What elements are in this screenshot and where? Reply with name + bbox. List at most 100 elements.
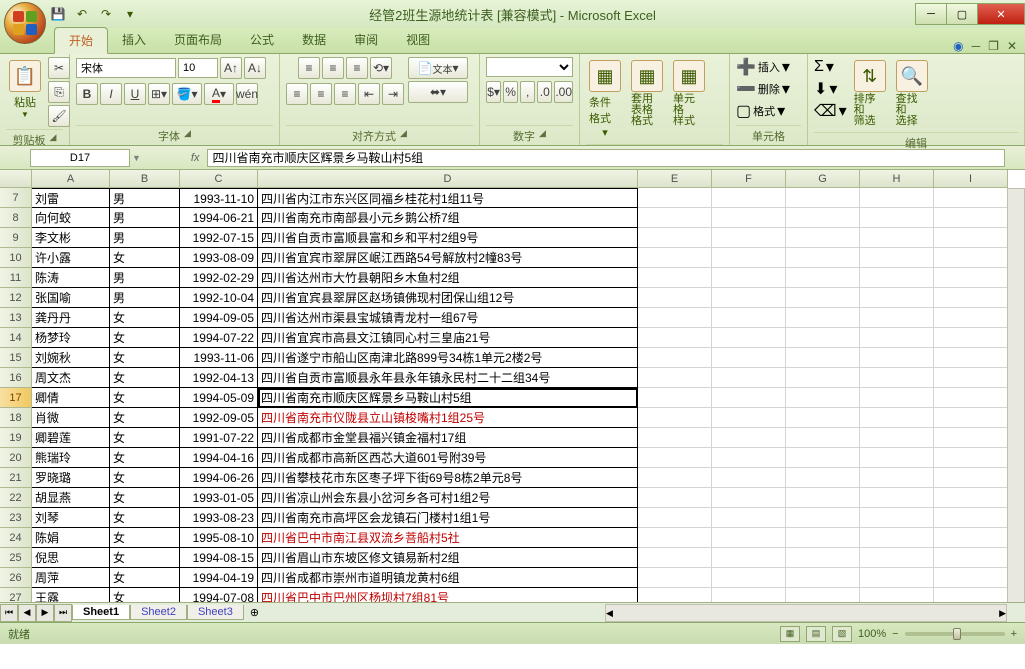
cell[interactable]	[934, 468, 1008, 488]
cell[interactable]	[786, 408, 860, 428]
cell[interactable]	[712, 208, 786, 228]
cell[interactable]: 熊瑞玲	[32, 448, 110, 468]
zoom-level[interactable]: 100%	[858, 628, 886, 640]
vertical-scrollbar[interactable]	[1007, 188, 1025, 604]
cell[interactable]	[712, 188, 786, 208]
sheet-nav-last-button[interactable]: ⏭	[54, 604, 72, 622]
cell[interactable]: 男	[110, 288, 180, 308]
cell[interactable]	[786, 368, 860, 388]
dec-decimal-button[interactable]: .00	[554, 81, 573, 103]
grow-font-button[interactable]: A↑	[220, 57, 242, 79]
cell[interactable]	[860, 368, 934, 388]
cell[interactable]: 杨梦玲	[32, 328, 110, 348]
indent-inc-button[interactable]: ⇥	[382, 83, 404, 105]
row-header[interactable]: 9	[0, 228, 32, 248]
doc-close-icon[interactable]: ✕	[1007, 39, 1017, 53]
cell[interactable]	[638, 268, 712, 288]
font-size-select[interactable]	[178, 58, 218, 78]
cell[interactable]	[638, 228, 712, 248]
cell[interactable]	[638, 468, 712, 488]
italic-button[interactable]: I	[100, 83, 122, 105]
cell[interactable]	[638, 448, 712, 468]
cell[interactable]	[638, 428, 712, 448]
ribbon-tab-1[interactable]: 插入	[108, 27, 160, 53]
align-right-button[interactable]: ≡	[334, 83, 356, 105]
align-launcher-icon[interactable]: ◢	[400, 128, 407, 144]
namebox-dropdown-icon[interactable]: ▼	[132, 153, 141, 163]
cell[interactable]	[712, 388, 786, 408]
row-header[interactable]: 18	[0, 408, 32, 428]
maximize-button[interactable]: ▢	[946, 3, 978, 25]
cut-button[interactable]: ✂	[48, 57, 70, 79]
cell[interactable]	[934, 508, 1008, 528]
cell[interactable]	[786, 288, 860, 308]
indent-dec-button[interactable]: ⇤	[358, 83, 380, 105]
cell[interactable]: 1992-02-29	[180, 268, 258, 288]
cell[interactable]: 女	[110, 548, 180, 568]
sheet-tab[interactable]: Sheet1	[72, 605, 130, 620]
comma-button[interactable]: ,	[520, 81, 535, 103]
paste-button[interactable]: 📋 粘贴▼	[6, 57, 44, 122]
orientation-button[interactable]: ⟲▾	[370, 57, 392, 79]
sheet-tab[interactable]: Sheet2	[130, 605, 187, 620]
cell[interactable]	[638, 348, 712, 368]
wrap-text-button[interactable]: 📄文本▾	[408, 57, 468, 79]
column-header[interactable]: A	[32, 170, 110, 188]
cell[interactable]	[860, 348, 934, 368]
cell[interactable]	[786, 228, 860, 248]
ribbon-tab-3[interactable]: 公式	[236, 27, 288, 53]
cell[interactable]	[934, 428, 1008, 448]
cell[interactable]	[712, 408, 786, 428]
horizontal-scrollbar[interactable]: ◀▶	[605, 604, 1007, 622]
cell[interactable]: 肖微	[32, 408, 110, 428]
cell[interactable]	[860, 308, 934, 328]
cell[interactable]: 四川省南充市高坪区会龙镇石门楼村1组1号	[258, 508, 638, 528]
cell[interactable]: 四川省宜宾县翠屏区赵场镇佛现村团保山组12号	[258, 288, 638, 308]
row-header[interactable]: 16	[0, 368, 32, 388]
cell[interactable]: 女	[110, 348, 180, 368]
cell[interactable]: 1993-08-23	[180, 508, 258, 528]
cell[interactable]	[934, 248, 1008, 268]
cell[interactable]	[638, 528, 712, 548]
close-button[interactable]: ✕	[977, 3, 1025, 25]
cell[interactable]: 四川省成都市崇州市道明镇龙黄村6组	[258, 568, 638, 588]
cell[interactable]: 四川省内江市东兴区同福乡桂花村1组11号	[258, 188, 638, 208]
cell[interactable]: 四川省成都市金堂县福兴镇金福村17组	[258, 428, 638, 448]
column-header[interactable]: H	[860, 170, 934, 188]
cell[interactable]: 1994-09-05	[180, 308, 258, 328]
cell[interactable]	[712, 348, 786, 368]
cell[interactable]	[786, 208, 860, 228]
font-color-button[interactable]: A▾	[204, 83, 234, 105]
shrink-font-button[interactable]: A↓	[244, 57, 266, 79]
align-center-button[interactable]: ≡	[310, 83, 332, 105]
doc-restore-icon[interactable]: ❐	[988, 39, 999, 53]
cell[interactable]	[860, 388, 934, 408]
column-header[interactable]: F	[712, 170, 786, 188]
row-header[interactable]: 11	[0, 268, 32, 288]
cell[interactable]: 四川省凉山州会东县小岔河乡各可村1组2号	[258, 488, 638, 508]
cell[interactable]: 四川省自贡市富顺县永年县永年镇永民村二十二组34号	[258, 368, 638, 388]
cell[interactable]	[860, 468, 934, 488]
clipboard-launcher-icon[interactable]: ◢	[50, 132, 57, 148]
underline-button[interactable]: U	[124, 83, 146, 105]
row-header[interactable]: 15	[0, 348, 32, 368]
cell[interactable]: 1993-11-10	[180, 188, 258, 208]
cell[interactable]	[638, 368, 712, 388]
border-button[interactable]: ⊞▾	[148, 83, 170, 105]
cell[interactable]: 罗晓璐	[32, 468, 110, 488]
cell[interactable]: 女	[110, 308, 180, 328]
cell[interactable]	[934, 328, 1008, 348]
cell[interactable]	[934, 368, 1008, 388]
cell[interactable]	[860, 488, 934, 508]
cell[interactable]	[934, 488, 1008, 508]
row-header[interactable]: 19	[0, 428, 32, 448]
cell[interactable]	[712, 268, 786, 288]
cell[interactable]	[934, 388, 1008, 408]
cell[interactable]	[786, 248, 860, 268]
align-top-button[interactable]: ≡	[298, 57, 320, 79]
cell[interactable]	[638, 308, 712, 328]
cell[interactable]: 女	[110, 468, 180, 488]
fx-icon[interactable]: fx	[185, 152, 206, 164]
cell[interactable]: 男	[110, 208, 180, 228]
align-bottom-button[interactable]: ≡	[346, 57, 368, 79]
